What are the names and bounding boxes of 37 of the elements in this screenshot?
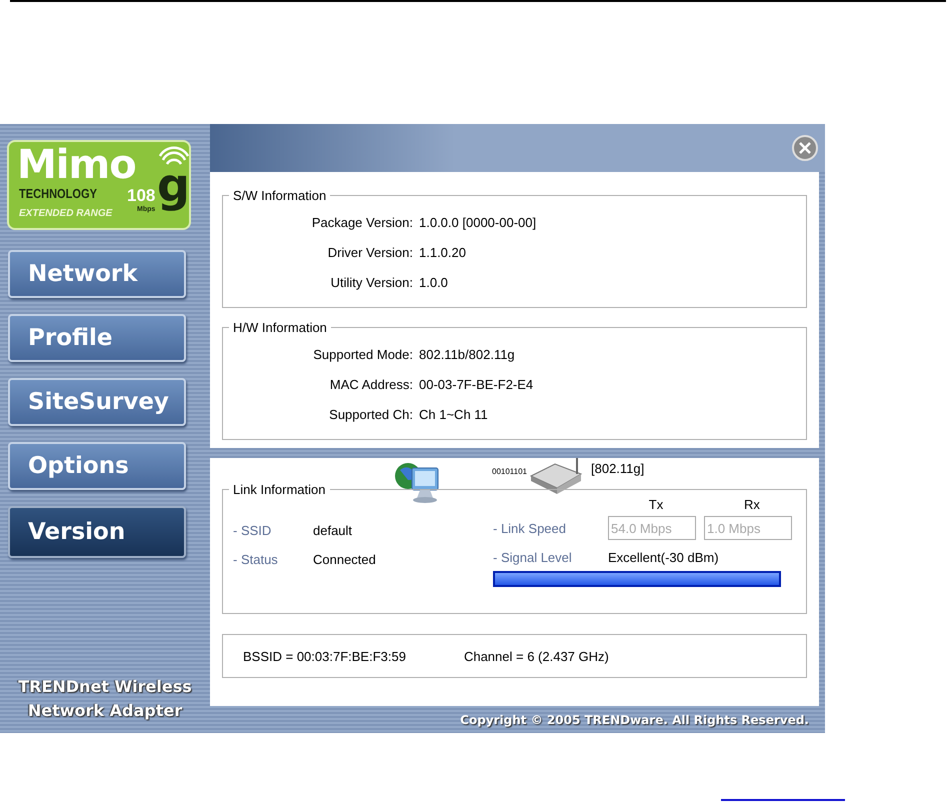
field-label: Supported Mode:	[313, 346, 413, 362]
close-button[interactable]	[791, 134, 819, 162]
group-title: H/W Information	[232, 320, 328, 335]
field-label: Package Version:	[312, 214, 413, 230]
product-name: TRENDnet Wireless	[18, 676, 192, 698]
signal-reading: Excellent(-30 dBm)	[608, 550, 720, 565]
nav-button[interactable]: SiteSurvey	[8, 378, 186, 426]
field-label: Supported Ch:	[329, 406, 413, 422]
group-title: S/W Information	[232, 188, 328, 203]
nav-button[interactable]: Profile	[8, 314, 186, 362]
product-name: Network Adapter	[28, 700, 182, 722]
field-value: 1.0.0.0 [0000-00-00]	[419, 214, 536, 230]
nav-button[interactable]: Version	[8, 506, 186, 558]
group-title: Link Information	[232, 482, 326, 497]
field-value: Connected	[313, 552, 377, 567]
field-value: 802.11b/802.11g	[419, 346, 515, 362]
field-label: MAC Address:	[330, 376, 413, 392]
field-label: - Link Speed	[493, 520, 567, 536]
column-header: Tx	[648, 497, 664, 512]
field-label: Driver Version:	[328, 244, 413, 260]
channel-text: Channel = 6 (2.437 GHz)	[464, 648, 609, 664]
nav-button[interactable]: Options	[8, 442, 186, 490]
binary-label: 00101101	[492, 467, 527, 476]
field-value: 1.0.0	[419, 274, 448, 290]
field-value: Ch 1~Ch 11	[419, 406, 488, 422]
bssid-text: BSSID = 00:03:7F:BE:F3:59	[243, 648, 406, 664]
field-label: Utility Version:	[330, 274, 413, 290]
copyright-text: Copyright © 2005 TRENDware. All Rights Reserved.	[460, 712, 809, 726]
field-value: 00-03-7F-BE-F2-E4	[419, 376, 534, 392]
field-value: default	[313, 523, 354, 538]
field-value: 1.1.0.20	[419, 244, 466, 260]
field-label: - SSID	[233, 523, 272, 538]
column-header: Rx	[744, 497, 760, 512]
mode-label: [802.11g]	[591, 461, 644, 476]
nav-button[interactable]: Network	[8, 250, 186, 298]
field-label: - Status	[233, 552, 279, 567]
field-label: - Signal Level	[493, 550, 573, 565]
